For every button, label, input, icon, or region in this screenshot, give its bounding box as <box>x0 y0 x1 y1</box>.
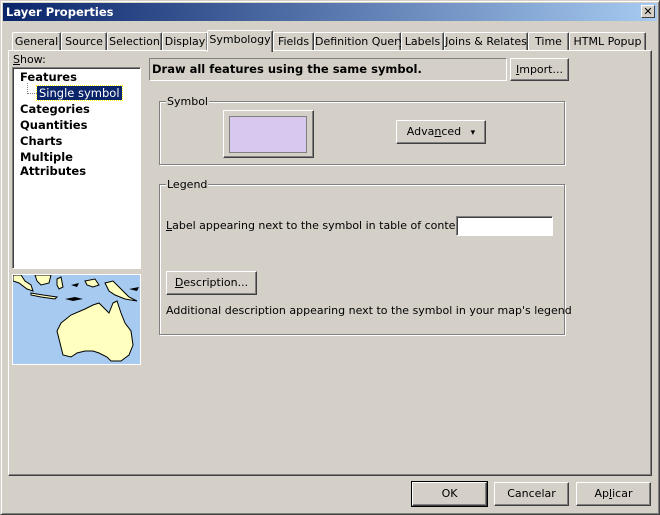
tab-label: Fields <box>277 35 310 48</box>
show-label-text: how: <box>19 53 46 66</box>
legend-label-input[interactable] <box>456 216 553 236</box>
close-button[interactable]: ✕ <box>641 5 655 18</box>
show-tree[interactable]: Features Single symbol Categories Quanti… <box>12 67 141 269</box>
tab-symbology[interactable]: Symbology <box>207 30 273 52</box>
tree-item-charts[interactable]: Charts <box>20 134 62 148</box>
advanced-label-pre: Adva <box>406 125 435 138</box>
tree-item-quantities[interactable]: Quantities <box>20 118 87 132</box>
tree-item-categories[interactable]: Categories <box>20 102 90 116</box>
tab-label: General <box>14 35 59 48</box>
tab-label: Definition Query <box>315 35 406 48</box>
symbol-groupbox <box>159 101 565 165</box>
apply-label-rest: icar <box>612 487 633 500</box>
ok-button[interactable]: OK <box>411 481 488 507</box>
tab-label: Labels <box>404 35 441 48</box>
tab-labels[interactable]: Labels <box>401 32 444 51</box>
label-caption-text: abel appearing next to the symbol in tab… <box>172 219 477 232</box>
tab-label: Source <box>65 35 103 48</box>
description-caption: Additional description appearing next to… <box>166 304 572 317</box>
map-preview <box>12 274 141 365</box>
apply-label-pre: Ap <box>594 487 610 500</box>
tab-display[interactable]: Display <box>162 32 208 51</box>
import-label: mport... <box>519 63 563 76</box>
apply-button[interactable]: Aplicar <box>576 482 651 506</box>
tab-time[interactable]: Time <box>528 32 569 51</box>
tab-definition-query[interactable]: Definition Query <box>314 32 405 51</box>
tab-label: Symbology <box>209 33 271 46</box>
tree-item-multiple-attributes[interactable]: Multiple Attributes <box>20 150 140 178</box>
tab-source[interactable]: Source <box>61 32 107 51</box>
tab-label: HTML Popup <box>573 35 642 48</box>
show-label-mnemonic: S <box>13 53 20 66</box>
advanced-label-rest: ced <box>441 125 462 138</box>
tree-item-single-symbol[interactable]: Single symbol <box>36 85 123 101</box>
symbol-swatch-button[interactable] <box>223 110 314 158</box>
import-button[interactable]: Import... <box>510 58 569 81</box>
legend-group-title: Legend <box>166 178 209 191</box>
tab-selection[interactable]: Selection <box>107 32 162 51</box>
description-button[interactable]: Description... <box>166 271 257 295</box>
description-label: escription... <box>183 276 249 289</box>
australia-map-icon <box>13 275 140 364</box>
dropdown-arrow-icon: ▾ <box>470 128 476 138</box>
tab-label: Joins & Relates <box>445 35 527 48</box>
window-title: Layer Properties <box>6 5 114 19</box>
symbol-fill-swatch <box>229 116 307 153</box>
tab-fields[interactable]: Fields <box>273 32 314 51</box>
renderer-description: Draw all features using the same symbol. <box>149 58 507 81</box>
tab-label: Selection <box>109 35 160 48</box>
tab-general[interactable]: General <box>12 32 61 51</box>
cancel-button[interactable]: Cancelar <box>494 482 569 506</box>
tab-label: Time <box>535 35 562 48</box>
close-icon: ✕ <box>643 5 653 18</box>
symbol-group-title: Symbol <box>166 95 209 108</box>
tab-label: Display <box>164 35 206 48</box>
title-bar[interactable]: Layer Properties ✕ <box>3 3 657 21</box>
tree-item-features[interactable]: Features <box>20 70 77 84</box>
show-label: Show: <box>13 53 46 66</box>
tree-connector <box>27 83 37 94</box>
label-caption: Label appearing next to the symbol in ta… <box>166 219 476 232</box>
advanced-button[interactable]: Advanced ▾ <box>396 120 486 144</box>
tab-html-popup[interactable]: HTML Popup <box>569 32 646 51</box>
tab-joins-relates[interactable]: Joins & Relates <box>444 32 528 51</box>
selected-tab-connector <box>208 50 271 52</box>
